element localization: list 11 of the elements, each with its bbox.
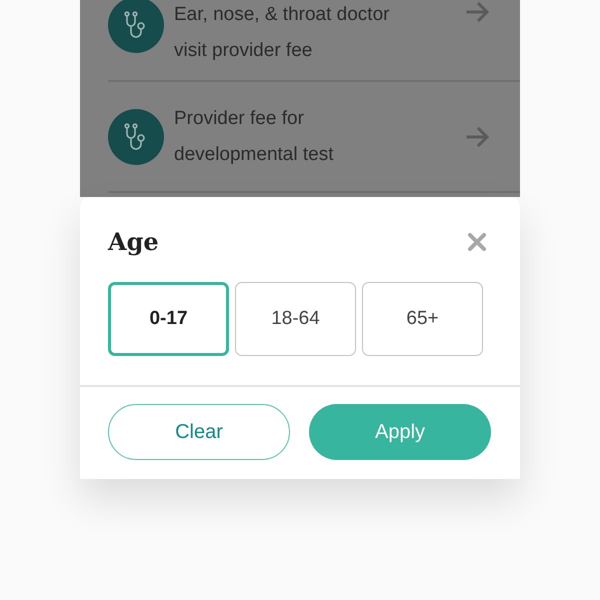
clear-button[interactable]: Clear [108, 404, 290, 460]
arrow-right-icon[interactable] [466, 124, 490, 148]
close-icon[interactable] [467, 232, 487, 252]
arrow-right-icon[interactable] [466, 0, 490, 24]
age-option[interactable]: 65+ [362, 282, 483, 356]
service-title: Provider fee for developmental test [174, 106, 334, 166]
service-title: Ear, nose, & throat doctor visit provider fee [174, 3, 390, 63]
age-option[interactable]: 18-64 [235, 282, 356, 356]
sheet-title: Age [108, 227, 159, 256]
age-option[interactable]: 0-17 [108, 282, 229, 356]
stethoscope-icon [108, 0, 164, 53]
